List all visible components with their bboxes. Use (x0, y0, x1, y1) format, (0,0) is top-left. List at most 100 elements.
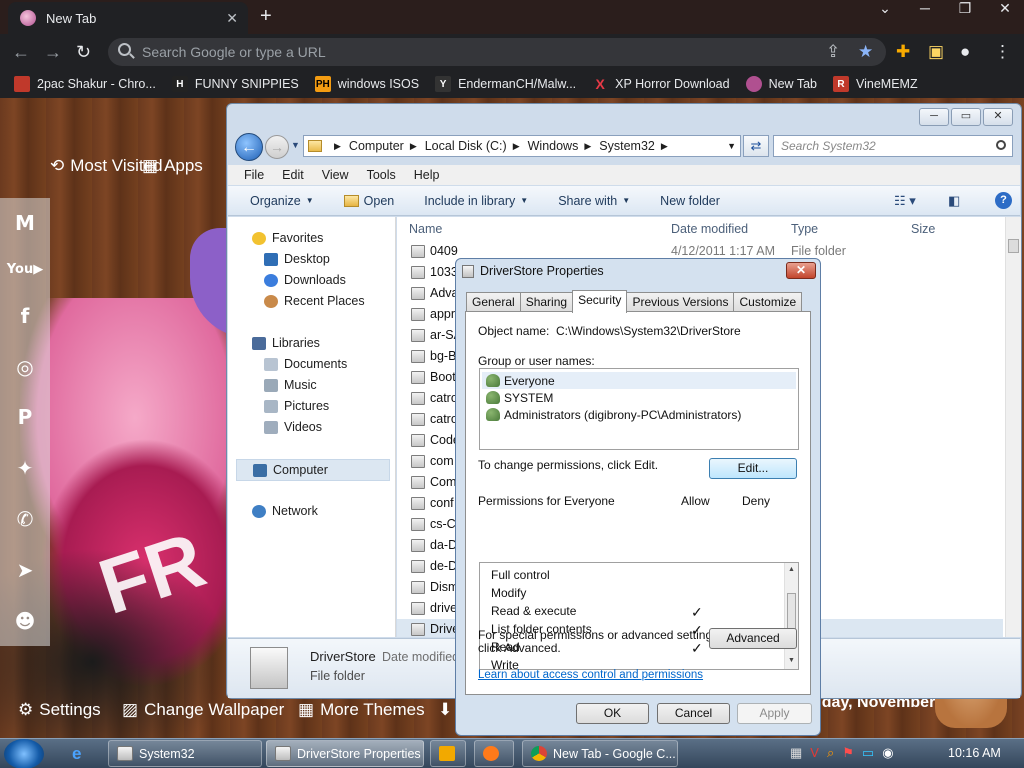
nav-favorites[interactable]: Favorites (252, 231, 323, 245)
menu-view[interactable]: View (322, 168, 349, 182)
address-dropdown-icon[interactable]: ▼ (727, 141, 736, 151)
scroll-down-icon[interactable]: ▼ (788, 657, 795, 664)
access-control-link[interactable]: Learn about access control and permissio… (478, 669, 703, 681)
scrollbar-thumb[interactable] (1008, 239, 1019, 253)
facebook-icon[interactable]: f (21, 304, 30, 328)
nav-desktop[interactable]: Desktop (264, 252, 330, 266)
extensions-icon[interactable]: ✚ (896, 42, 910, 62)
monitor-icon[interactable]: ▭ (862, 745, 874, 761)
whatsapp-icon[interactable]: ✆ (17, 507, 34, 531)
column-date-modified[interactable]: Date modified (671, 222, 748, 236)
minimize-icon[interactable]: ─ (919, 108, 949, 126)
taskbar-media-player[interactable] (430, 740, 466, 767)
nav-recent-places[interactable]: Recent Places (264, 294, 365, 308)
open-button[interactable]: Open (343, 194, 394, 208)
taskbar-app-icon[interactable] (474, 740, 514, 767)
new-folder-button[interactable]: New folder (660, 194, 720, 208)
taskbar-item-system32[interactable]: System32 (108, 740, 262, 767)
nav-libraries[interactable]: Libraries (252, 336, 320, 350)
bookmark-item[interactable]: Y EndermanCH/Malw... (435, 76, 576, 92)
bookmark-item[interactable]: New Tab (745, 76, 817, 92)
bookmark-item[interactable]: R VineMEMZ (833, 76, 918, 92)
breadcrumb-windows[interactable]: Windows (528, 139, 579, 153)
more-themes-button[interactable]: ▦ More Themes (298, 700, 425, 720)
instagram-icon[interactable]: ◎ (16, 355, 33, 379)
apps-button[interactable]: ▦ Apps (142, 156, 203, 176)
recent-pages-dropdown-icon[interactable]: ▼ (291, 140, 300, 150)
youtube-icon[interactable]: You▶ (7, 262, 43, 277)
download-button[interactable]: ⬇ (438, 700, 452, 720)
permissions-scrollbar[interactable]: ▲ ▼ (784, 563, 798, 669)
tab-customize[interactable]: Customize (733, 292, 803, 312)
edit-button[interactable]: Edit... (709, 458, 797, 479)
scroll-up-icon[interactable]: ▲ (788, 566, 795, 573)
include-in-library-button[interactable]: Include in library ▼ (424, 194, 528, 208)
share-icon[interactable]: ⇪ (826, 42, 840, 62)
close-tab-icon[interactable]: ✕ (226, 10, 238, 27)
new-tab-button[interactable]: + (260, 5, 272, 28)
preview-pane-icon[interactable]: ◧ (948, 193, 960, 209)
search-input[interactable]: Search System32 (773, 135, 1013, 157)
reload-icon[interactable]: ↻ (76, 42, 91, 63)
restore-icon[interactable]: ❐ (954, 0, 976, 17)
side-panel-icon[interactable]: ▣ (928, 42, 944, 62)
menu-kebab-icon[interactable]: ⋮ (994, 42, 1011, 62)
group-item-system[interactable]: SYSTEM (482, 389, 796, 406)
advanced-button[interactable]: Advanced (709, 628, 797, 649)
forward-arrow-icon[interactable]: → (44, 42, 62, 63)
group-item-everyone[interactable]: Everyone (482, 372, 796, 389)
apply-button[interactable]: Apply (737, 703, 812, 724)
menu-file[interactable]: File (244, 168, 264, 182)
omnibox[interactable]: Search Google or type a URL (108, 38, 886, 66)
cancel-button[interactable]: Cancel (657, 703, 730, 724)
back-arrow-icon[interactable]: ← (12, 42, 30, 63)
nav-videos[interactable]: Videos (264, 420, 322, 434)
bookmark-item[interactable]: 2pac Shakur - Chro... (14, 76, 156, 92)
tab-security[interactable]: Security (572, 290, 628, 313)
ok-button[interactable]: OK (576, 703, 649, 724)
nav-documents[interactable]: Documents (264, 357, 347, 371)
volume-icon[interactable]: ◉ (882, 745, 893, 761)
column-type[interactable]: Type (791, 222, 818, 236)
tray-app-icon[interactable]: ▦ (790, 745, 802, 761)
flag-icon[interactable]: ⚑ (842, 745, 854, 761)
menu-tools[interactable]: Tools (367, 168, 396, 182)
breadcrumb-computer[interactable]: Computer (349, 139, 404, 153)
tab-general[interactable]: General (466, 292, 521, 312)
nav-pictures[interactable]: Pictures (264, 399, 329, 413)
taskbar-item-chrome[interactable]: New Tab - Google C... (522, 740, 678, 767)
tab-sharing[interactable]: Sharing (519, 292, 574, 312)
antivirus-icon[interactable]: V (810, 745, 819, 761)
minimize-icon[interactable]: ─ (914, 0, 936, 17)
close-icon[interactable]: ✕ (786, 262, 816, 279)
chevron-down-icon[interactable]: ⌄ (874, 0, 896, 17)
menu-edit[interactable]: Edit (282, 168, 304, 182)
vertical-scrollbar[interactable] (1005, 217, 1021, 637)
organize-button[interactable]: Organize ▼ (250, 194, 314, 208)
bookmark-star-icon[interactable]: ★ (858, 42, 873, 62)
bookmark-item[interactable]: PH windows ISOS (314, 76, 419, 92)
close-icon[interactable]: ✕ (983, 108, 1013, 126)
reddit-icon[interactable]: ☻ (15, 609, 36, 633)
start-orb-icon[interactable] (4, 739, 44, 768)
forward-button[interactable]: → (265, 135, 289, 159)
view-options-icon[interactable]: ☷ ▾ (894, 193, 916, 209)
search-icon[interactable]: ⌕ (827, 745, 834, 761)
breadcrumb-local-disk[interactable]: Local Disk (C:) (425, 139, 507, 153)
address-bar[interactable]: ▶ Computer ▶ Local Disk (C:) ▶ Windows ▶… (303, 135, 741, 157)
tab-previous-versions[interactable]: Previous Versions (626, 292, 735, 312)
maximize-icon[interactable]: ▭ (951, 108, 981, 126)
twitter-icon[interactable]: ✦ (17, 456, 34, 480)
chevron-right-icon[interactable]: ▶ (584, 141, 591, 152)
nav-music[interactable]: Music (264, 378, 317, 392)
column-name[interactable]: Name (409, 222, 442, 236)
menu-help[interactable]: Help (414, 168, 440, 182)
chevron-right-icon[interactable]: ▶ (661, 141, 668, 152)
chevron-right-icon[interactable]: ▶ (410, 141, 417, 152)
profile-avatar-icon[interactable]: ● (960, 42, 970, 62)
change-wallpaper-button[interactable]: ▨ Change Wallpaper (122, 700, 284, 720)
column-size[interactable]: Size (911, 222, 935, 236)
pinterest-icon[interactable]: P (18, 405, 33, 429)
back-button[interactable]: ← (235, 133, 263, 161)
taskbar-item-driverstore-properties[interactable]: DriverStore Properties (266, 740, 424, 767)
